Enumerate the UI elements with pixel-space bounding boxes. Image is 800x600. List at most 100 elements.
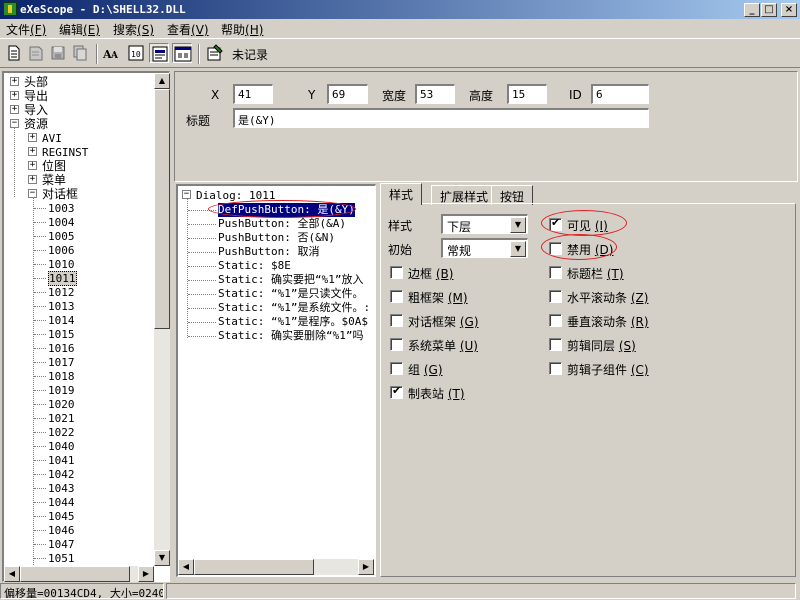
menu-help[interactable]: 帮助(H) [221,21,263,38]
save-icon[interactable] [48,43,68,63]
style-option-checkbox[interactable] [549,290,562,303]
scroll-thumb[interactable] [154,89,170,329]
y-field[interactable]: 69 [327,84,368,104]
tree-node-dialog[interactable]: − 对话框 [28,187,78,201]
expand-plus-icon[interactable]: + [10,91,19,100]
control-item[interactable]: Static: 确实要把“%1”放入 [218,273,363,287]
scroll-thumb[interactable] [194,559,314,575]
control-item[interactable]: Static: “%1”是只读文件。 [218,287,363,301]
scroll-right-arrow-icon[interactable]: ▶ [358,559,374,575]
expand-plus-icon[interactable]: + [10,105,19,114]
scroll-thumb[interactable] [20,566,130,582]
tree-node-dialog-item[interactable]: 1051 [48,551,75,565]
control-item[interactable]: Static: 确实要删除“%1”吗 [218,329,363,343]
control-item[interactable]: PushButton: 取消 [218,245,319,259]
tree-node-dialog-item[interactable]: 1006 [48,243,75,257]
control-item[interactable]: Static: “%1”是系统文件。: [218,301,370,315]
new-file-icon[interactable] [4,43,24,63]
tree-node-dialog-item[interactable]: 1003 [48,201,75,215]
menu-view[interactable]: 查看(V) [167,21,209,38]
title-bar[interactable]: eXeScope - D:\SHELL32.DLL _ □ × [0,0,800,19]
tree-node-dialog-item[interactable]: 1044 [48,495,75,509]
caption-field[interactable]: 是(&Y) [233,108,649,128]
expand-plus-icon[interactable]: + [28,133,37,142]
tree-node-reginst[interactable]: + REGINST [28,145,88,159]
tree-node-dialog-item[interactable]: 1040 [48,439,75,453]
resource-view-icon[interactable] [172,43,192,63]
style-option-checkbox[interactable] [549,338,562,351]
x-field[interactable]: 41 [233,84,273,104]
control-item[interactable]: DefPushButton: 是(&Y) [218,203,355,217]
tree-node-dialog-item[interactable]: 1045 [48,509,75,523]
tree-node-dialog-item[interactable]: 1015 [48,327,75,341]
style-option-checkbox[interactable] [549,362,562,375]
image-view-icon[interactable] [149,43,169,63]
tree-node-dialog-item[interactable]: 1041 [48,453,75,467]
tree-node-dialog-item[interactable]: 1017 [48,355,75,369]
open-file-icon[interactable] [26,43,46,63]
expand-plus-icon[interactable]: + [28,161,37,170]
tree-node-dialog-item[interactable]: 1046 [48,523,75,537]
dialog-root-node[interactable]: − Dialog: 1011 [182,188,275,202]
style-option-checkbox[interactable] [390,266,403,279]
scroll-right-arrow-icon[interactable]: ▶ [138,566,154,582]
controls-horizontal-scrollbar[interactable]: ◀ ▶ [178,559,374,575]
maximize-button[interactable]: □ [761,3,777,17]
copy-icon[interactable] [70,43,90,63]
expand-plus-icon[interactable]: + [28,147,37,156]
tree-vertical-scrollbar[interactable]: ▲ ▼ [154,73,170,566]
style-option-checkbox[interactable] [390,362,403,375]
expand-plus-icon[interactable]: + [28,175,37,184]
control-item[interactable]: Static: $8E [218,259,291,273]
tree-node-dialog-item[interactable]: 1016 [48,341,75,355]
height-field[interactable]: 15 [507,84,547,104]
tree-node-dialog-item[interactable]: 1043 [48,481,75,495]
font-aa-icon[interactable]: AA [102,43,122,63]
tree-node-avi[interactable]: + AVI [28,131,62,145]
scroll-down-arrow-icon[interactable]: ▼ [154,550,170,566]
style-option-checkbox[interactable] [390,314,403,327]
tree-node-dialog-item[interactable]: 1047 [48,537,75,551]
tree-node-dialog-item[interactable]: 1012 [48,285,75,299]
tree-node-dialog-item[interactable]: 1022 [48,425,75,439]
tree-node-menu[interactable]: + 菜单 [28,173,66,187]
menu-file[interactable]: 文件(F) [6,21,46,38]
minimize-button[interactable]: _ [744,3,760,17]
style-option-checkbox[interactable] [549,266,562,279]
init-dropdown[interactable]: 常规 ▼ [441,238,528,258]
tab-button[interactable]: 按钮 [491,185,534,205]
style-option-checkbox[interactable] [390,290,403,303]
tree-node-dialog-item[interactable]: 1014 [48,313,75,327]
style-option-checkbox[interactable] [390,384,403,399]
dialog-controls-list[interactable]: − Dialog: 1011 DefPushButton: 是(&Y) PushBu… [176,184,376,577]
tree-node-dialog-item[interactable]: 1021 [48,411,75,425]
tree-node-dialog-item[interactable]: 1018 [48,369,75,383]
tree-node-exports[interactable]: + 导出 [10,89,48,103]
tree-node-resources[interactable]: − 资源 [10,117,48,131]
scroll-left-arrow-icon[interactable]: ◀ [4,566,20,582]
control-item[interactable]: PushButton: 全部(&A) [218,217,346,231]
menu-search[interactable]: 搜索(S) [113,21,154,38]
scroll-up-arrow-icon[interactable]: ▲ [154,73,170,89]
tab-style[interactable]: 样式 [380,183,423,205]
tree-node-dialog-item[interactable]: 1011 [48,271,77,286]
tree-node-dialog-item[interactable]: 1004 [48,215,75,229]
tree-node-bitmap[interactable]: + 位图 [28,159,66,173]
expand-plus-icon[interactable]: + [10,77,19,86]
chevron-down-icon[interactable]: ▼ [510,217,526,233]
width-field[interactable]: 53 [415,84,455,104]
tree-node-dialog-item[interactable]: 1010 [48,257,75,271]
tree-node-dialog-item[interactable]: 1020 [48,397,75,411]
control-item[interactable]: Static: “%1”是程序。$0A$ [218,315,368,329]
tab-extended-style[interactable]: 扩展样式 [431,185,498,205]
menu-edit[interactable]: 编辑(E) [59,21,100,38]
style-option-checkbox[interactable] [390,338,403,351]
tree-node-dialog-item[interactable]: 1005 [48,229,75,243]
tree-horizontal-scrollbar[interactable]: ◀ ▶ [4,566,154,582]
chevron-down-icon[interactable]: ▼ [510,241,526,257]
style-dropdown[interactable]: 下层 ▼ [441,214,528,234]
scroll-left-arrow-icon[interactable]: ◀ [178,559,194,575]
tree-node-dialog-item[interactable]: 1013 [48,299,75,313]
tree-node-imports[interactable]: + 导入 [10,103,48,117]
hex-view-icon[interactable]: 10 [126,43,146,63]
